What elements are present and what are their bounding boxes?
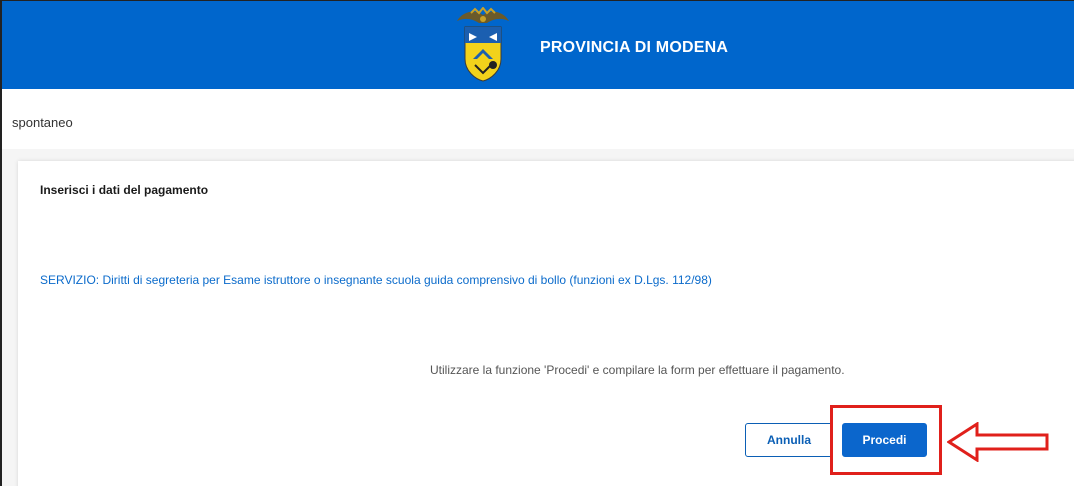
- service-description: SERVIZIO: Diritti di segreteria per Esam…: [40, 273, 712, 287]
- page-title: PROVINCIA DI MODENA: [540, 39, 729, 56]
- instruction-text: Utilizzare la funzione 'Procedi' e compi…: [430, 363, 845, 377]
- app-frame: PROVINCIA DI MODENA spontaneo Inserisci …: [0, 0, 1074, 486]
- site-header: PROVINCIA DI MODENA: [2, 1, 1074, 89]
- cancel-button[interactable]: Annulla: [745, 423, 833, 457]
- breadcrumb: spontaneo: [12, 115, 73, 130]
- highlight-box: [830, 405, 942, 475]
- card-title: Inserisci i dati del pagamento: [40, 183, 209, 197]
- province-coat-of-arms-icon: [457, 7, 509, 82]
- breadcrumb-bar: [2, 89, 1074, 149]
- arrow-left-outline-icon: [947, 422, 1049, 462]
